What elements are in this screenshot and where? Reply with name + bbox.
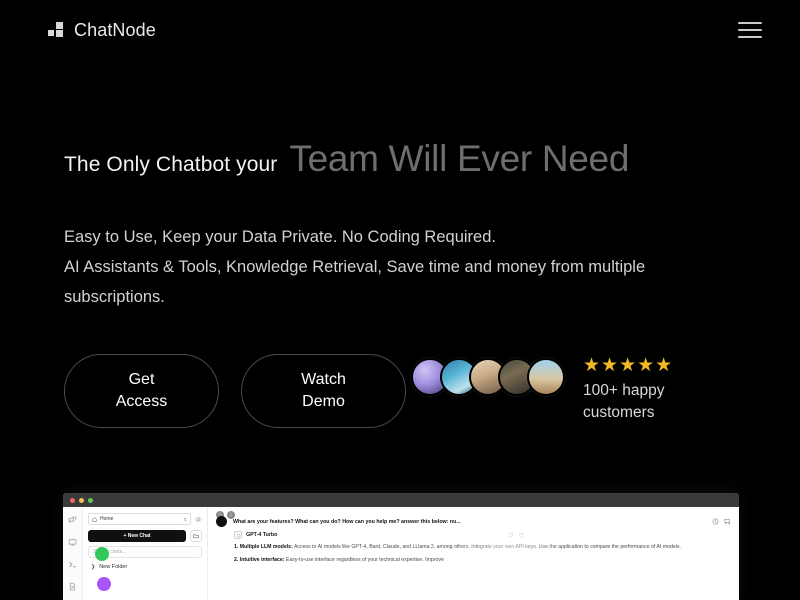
close-window-icon: [70, 497, 75, 503]
message-actions: [508, 532, 524, 538]
minimize-window-icon: [79, 497, 84, 503]
zoom-window-icon: [88, 497, 93, 503]
subcopy-line-1: Easy to Use, Keep your Data Private. No …: [64, 228, 496, 246]
workspace-row: Home ⇅: [88, 513, 202, 525]
headline-accent: Team Will Ever Need: [289, 138, 630, 179]
subcopy-line-3: subscriptions.: [64, 288, 165, 306]
answer-2-bold: 2. Intuitive interface:: [234, 557, 285, 563]
landing-page: ChatNode The Only Chatbot your Team Will …: [0, 0, 800, 600]
model-name-label: GPT-4 Turbo: [246, 532, 278, 538]
screenshot-titlebar: [63, 493, 739, 507]
answer-paragraph-1: 1. Multiple LLM models: Access to AI mod…: [234, 543, 727, 551]
regenerate-icon[interactable]: [518, 532, 524, 538]
star-rating-icons: ★★★★★: [583, 355, 674, 376]
new-chat-row: + New Chat: [88, 530, 202, 542]
rating-caption-line2: customers: [583, 404, 655, 421]
workspace-name: Home: [100, 516, 114, 522]
chats-icon: [68, 516, 77, 524]
watch-demo-label-line1: Watch: [301, 371, 346, 388]
page-title: The Only Chatbot your Team Will Ever Need: [64, 138, 764, 180]
app-sidebar: Home ⇅ + New Chat Search chats... ❯ New …: [83, 507, 208, 600]
user-avatar: [216, 516, 227, 527]
decorative-purple-dot: [97, 577, 111, 591]
new-folder-icon: [193, 534, 199, 539]
rating-caption: 100+ happy customers: [583, 380, 693, 424]
new-folder-button[interactable]: [190, 530, 202, 542]
history-clock-icon[interactable]: [712, 518, 719, 525]
headline-lead: The Only Chatbot your: [64, 153, 278, 176]
watch-demo-label-line2: Demo: [302, 393, 345, 410]
user-message-row: What are your features? What can you do?…: [216, 516, 731, 527]
assistant-answer: 1. Multiple LLM models: Access to AI mod…: [234, 543, 727, 569]
cta-button-group: Get Access Watch Demo: [64, 354, 406, 428]
rating-caption-line1: 100+ happy: [583, 382, 665, 399]
panel-header-icons: [712, 518, 731, 525]
workspace-selector[interactable]: Home ⇅: [88, 513, 191, 525]
gear-icon[interactable]: [195, 516, 202, 523]
hero-subcopy: Easy to Use, Keep your Data Private. No …: [64, 222, 754, 312]
chevron-updown-icon: ⇅: [183, 516, 187, 522]
chevron-right-icon: ❯: [91, 564, 96, 570]
rating-block: ★★★★★ 100+ happy customers: [583, 356, 693, 424]
monitor-icon: [68, 539, 77, 546]
brand-logo[interactable]: ChatNode: [48, 20, 156, 41]
social-proof: ★★★★★ 100+ happy customers: [411, 356, 693, 424]
copy-icon[interactable]: [508, 532, 514, 538]
answer-paragraph-2: 2. Intuitive interface: Easy-to-use inte…: [234, 556, 727, 564]
answer-2-text: Easy-to-use interface regardless of your…: [284, 557, 444, 563]
hamburger-menu-icon[interactable]: [738, 22, 762, 38]
folder-list-item[interactable]: ❯ New Folder: [88, 564, 202, 570]
brand-name: ChatNode: [74, 19, 156, 40]
decorative-green-dot: [95, 547, 109, 561]
get-access-button[interactable]: Get Access: [64, 354, 219, 428]
squares-logo-icon: [48, 22, 64, 38]
top-navigation-bar: ChatNode: [0, 0, 800, 60]
watch-demo-button[interactable]: Watch Demo: [241, 354, 406, 428]
app-conversation-panel: ↑ ↓ What are your features? What can you…: [208, 507, 739, 600]
subcopy-line-2: AI Assistants & Tools, Knowledge Retriev…: [64, 258, 646, 276]
folder-item-label: New Folder: [99, 564, 128, 570]
new-message-icon[interactable]: [724, 518, 731, 525]
app-icon-rail: [63, 507, 83, 600]
screenshot-body: Home ⇅ + New Chat Search chats... ❯ New …: [63, 507, 739, 600]
customer-avatar-group: [411, 356, 565, 396]
model-avatar-icon: [234, 531, 242, 539]
get-access-label-line2: Access: [115, 393, 168, 410]
avatar: [527, 358, 565, 396]
terminal-icon: [69, 561, 76, 568]
document-icon: [69, 582, 76, 591]
home-icon: [92, 516, 97, 522]
answer-1-bold: 1. Multiple LLM models:: [234, 544, 293, 550]
new-chat-button[interactable]: + New Chat: [88, 530, 186, 542]
product-screenshot: Home ⇅ + New Chat Search chats... ❯ New …: [63, 493, 739, 600]
user-message-text: What are your features? What can you do?…: [233, 518, 461, 525]
answer-1-text: Access to AI models like GPT-4, Bard, Cl…: [292, 544, 681, 550]
get-access-label-line1: Get: [128, 371, 155, 388]
model-label-row: GPT-4 Turbo: [234, 531, 277, 539]
